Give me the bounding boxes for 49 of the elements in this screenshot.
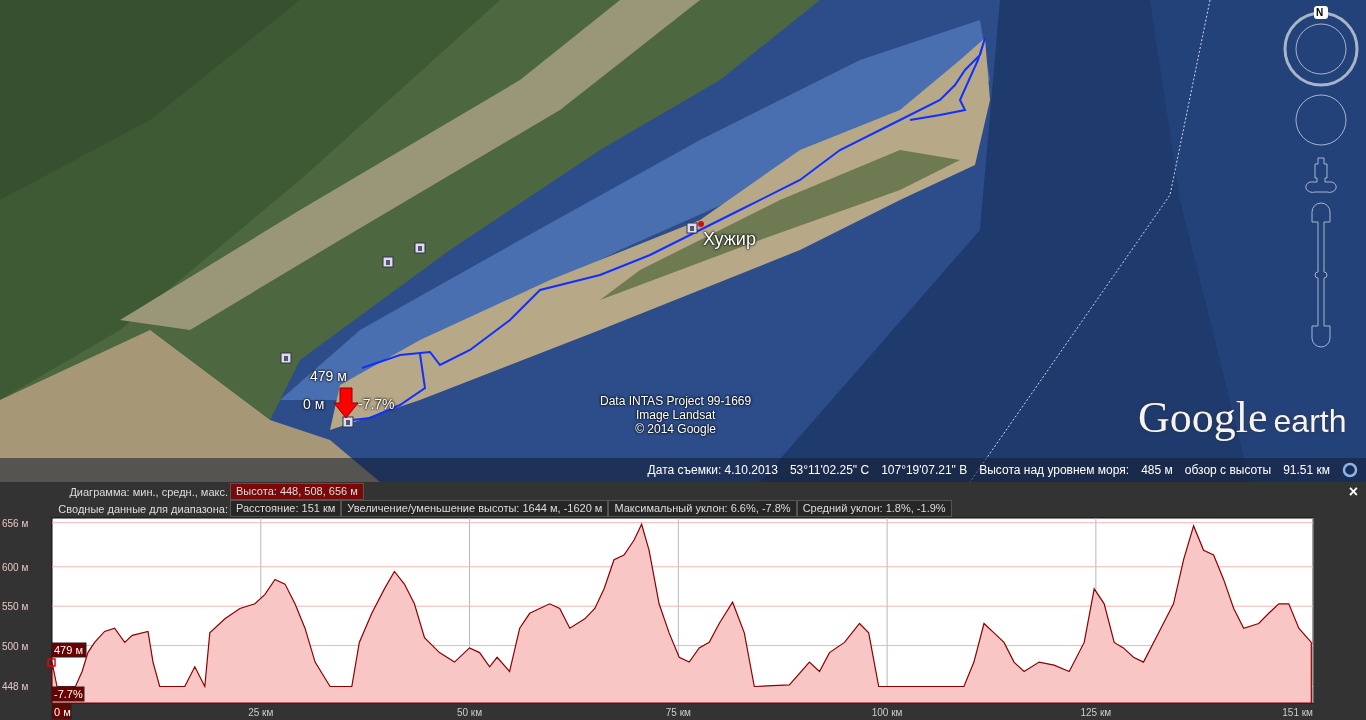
place-label: Хужир bbox=[703, 229, 756, 250]
summary-value: Увеличение/уменьшение высоты: 1644 м, -1620 м bbox=[341, 500, 609, 517]
placemark-icon[interactable] bbox=[686, 222, 698, 234]
status-text: 91.51 км bbox=[1283, 463, 1330, 477]
y-axis-label: 600 м bbox=[2, 561, 29, 573]
position-marker-icon bbox=[47, 658, 56, 667]
placemark-icon[interactable] bbox=[382, 256, 394, 268]
north-label: N bbox=[1316, 7, 1324, 19]
slope-label: -7.7% bbox=[358, 396, 395, 413]
row-label: Сводные данные для диапазона: bbox=[57, 502, 229, 515]
y-axis-label: 656 м bbox=[2, 517, 29, 529]
x-axis-label: 125 км bbox=[1080, 707, 1112, 718]
status-text: 107°19'07.21" В bbox=[881, 463, 968, 477]
place-dot[interactable] bbox=[698, 221, 704, 227]
placemark-icon[interactable] bbox=[414, 242, 426, 254]
status-text: Высота над уровнем моря: bbox=[979, 463, 1130, 477]
y-axis-label: 500 м bbox=[2, 640, 29, 652]
y-axis-label: 448 м bbox=[2, 681, 29, 693]
placemark-icon[interactable] bbox=[280, 352, 292, 364]
summary-value: Высота: 448, 508, 656 м bbox=[230, 483, 364, 500]
pegman-icon[interactable] bbox=[1305, 157, 1337, 193]
compass-icon[interactable] bbox=[1283, 6, 1359, 87]
close-button[interactable]: × bbox=[1344, 483, 1362, 501]
y-axis-label: 550 м bbox=[2, 601, 29, 613]
loading-ring-icon bbox=[1342, 462, 1358, 478]
summary-value: Средний уклон: 1.8%, -1.9% bbox=[796, 500, 952, 517]
x-axis-label: 25 км bbox=[248, 707, 274, 718]
distance-marker: 0 м bbox=[51, 703, 72, 720]
elevation-label: 479 м bbox=[310, 368, 347, 385]
status-text: 485 м bbox=[1141, 463, 1173, 477]
row-label: Диаграмма: мин., средн., макс. bbox=[68, 485, 229, 498]
x-axis-label: 75 км bbox=[665, 707, 691, 718]
zoom-slider-icon[interactable] bbox=[1311, 202, 1331, 348]
slope-marker: -7.7% bbox=[51, 686, 85, 702]
placemark-icon[interactable] bbox=[342, 416, 354, 428]
summary-value: Максимальный уклон: 6.6%, -7.8% bbox=[608, 500, 797, 517]
x-axis-label: 151 км bbox=[1282, 707, 1313, 718]
summary-value: Расстояние: 151 км bbox=[230, 500, 342, 517]
elevation-marker: 479 м bbox=[51, 642, 87, 658]
status-text: обзор с высоты bbox=[1184, 463, 1272, 477]
x-axis-label: 50 км bbox=[456, 707, 483, 718]
x-axis-label: 100 км bbox=[871, 707, 903, 718]
look-control-icon[interactable] bbox=[1295, 94, 1347, 146]
logo: Google earth bbox=[1138, 392, 1347, 443]
status-text: 53°11'02.25" С bbox=[789, 463, 870, 477]
status-text: Дата съемки: 4.10.2013 bbox=[647, 463, 778, 477]
attribution-text: Data INTAS Project 99-1669 Image Landsat © 2014 Google bbox=[600, 395, 752, 437]
position-arrow-icon bbox=[333, 387, 359, 419]
distance-label: 0 м bbox=[303, 396, 325, 413]
